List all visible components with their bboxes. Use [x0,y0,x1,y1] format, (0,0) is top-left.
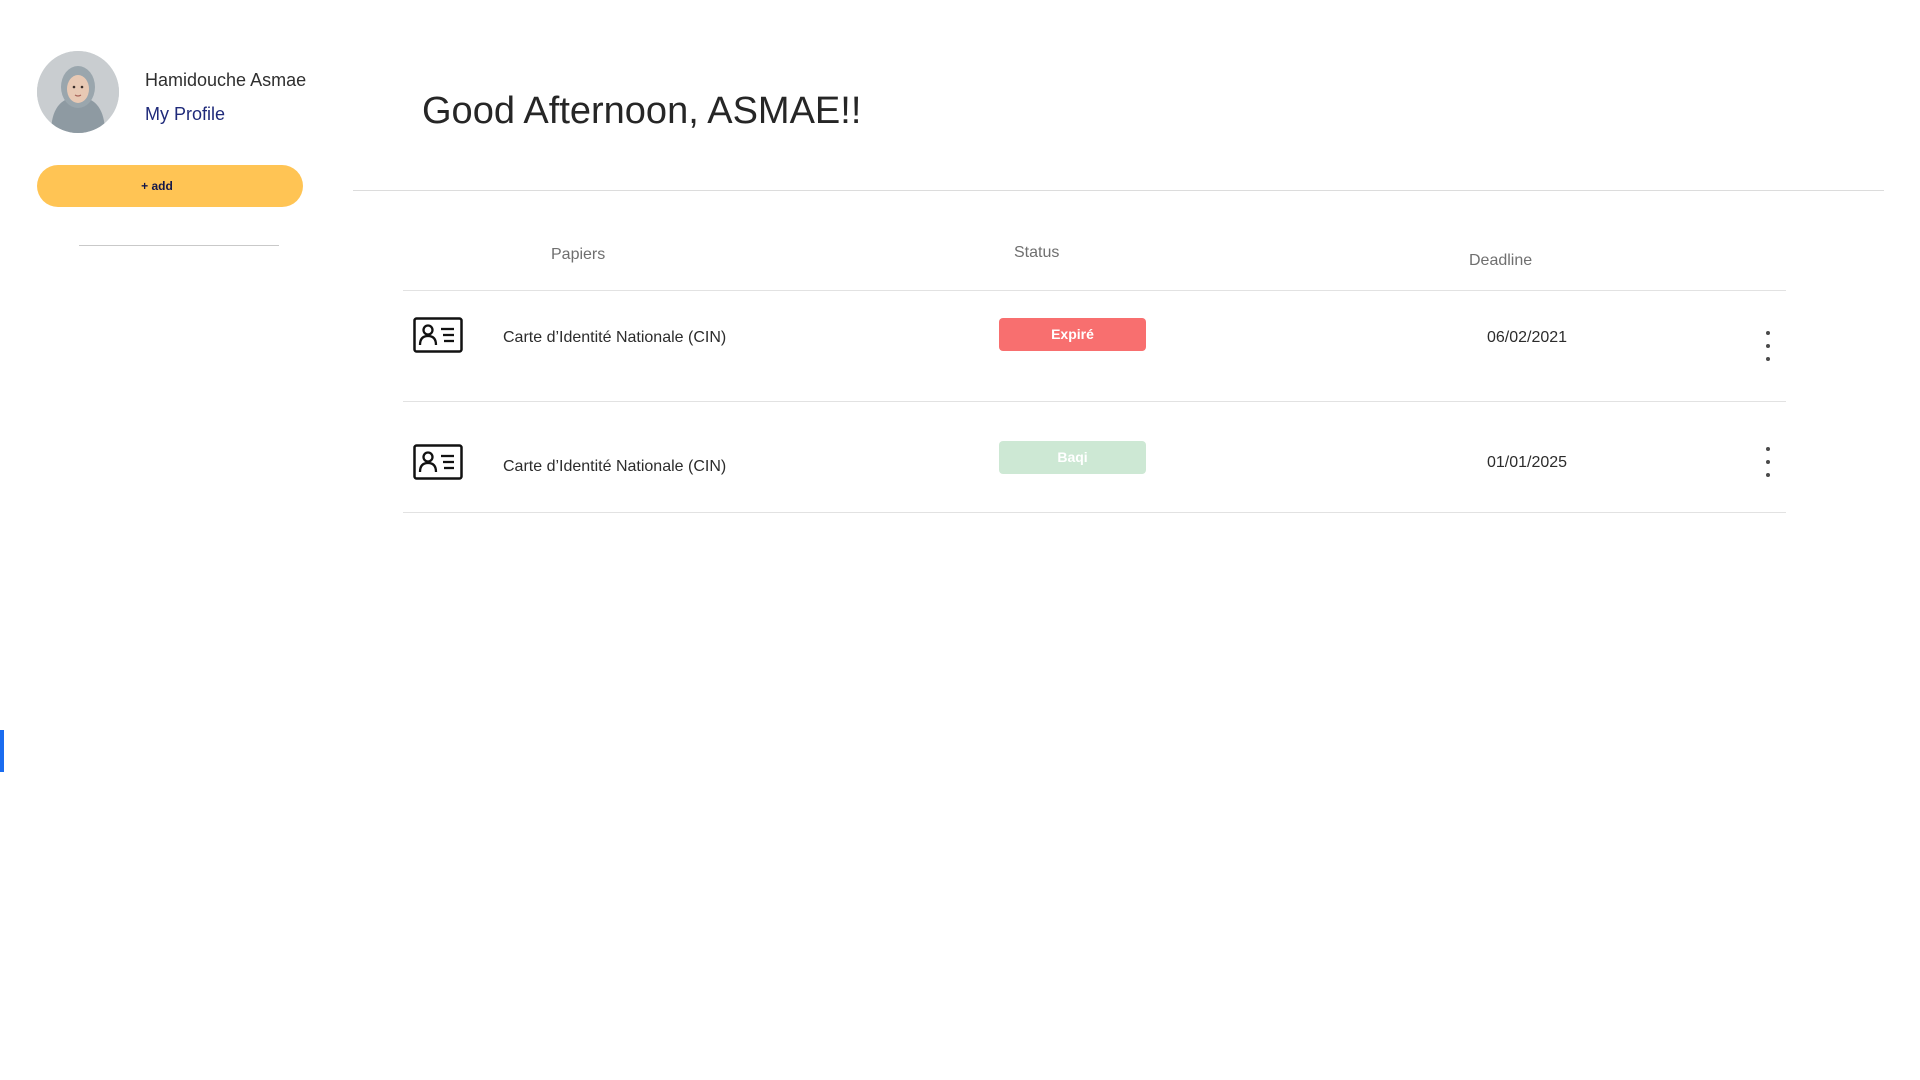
sidebar-divider [79,245,279,246]
avatar[interactable] [37,51,119,133]
deadline-date: 06/02/2021 [1487,329,1568,346]
table-divider [403,512,1786,513]
document-name: Carte d’Identité Nationale (CIN) [503,329,727,346]
avatar-photo [37,51,119,133]
more-vertical-icon[interactable] [1758,445,1778,479]
status-badge: Expiré [999,318,1146,351]
sidebar: Hamidouche Asmae My Profile + add [0,0,340,1080]
table-row[interactable]: Carte d’Identité Nationale (CIN) Baqi 01… [403,402,1786,512]
table-row[interactable]: Carte d’Identité Nationale (CIN) Expiré … [403,291,1786,401]
add-button[interactable]: + add [37,165,303,207]
my-profile-link[interactable]: My Profile [145,104,225,125]
id-card-icon [413,444,463,480]
id-card-icon [413,317,463,353]
more-vertical-icon[interactable] [1758,329,1778,363]
document-name: Carte d’Identité Nationale (CIN) [503,458,727,475]
header-divider [353,190,1884,191]
column-header-papiers: Papiers [551,246,606,263]
active-marker [0,730,4,772]
status-badge: Baqi [999,441,1146,474]
user-name: Hamidouche Asmae [145,70,307,90]
column-header-deadline: Deadline [1469,252,1533,269]
page-title: Good Afternoon, ASMAE!! [422,90,862,132]
column-header-status: Status [1014,244,1060,261]
dashboard-page: Hamidouche Asmae My Profile + add Good A… [0,0,1920,1080]
deadline-date: 01/01/2025 [1487,454,1568,471]
